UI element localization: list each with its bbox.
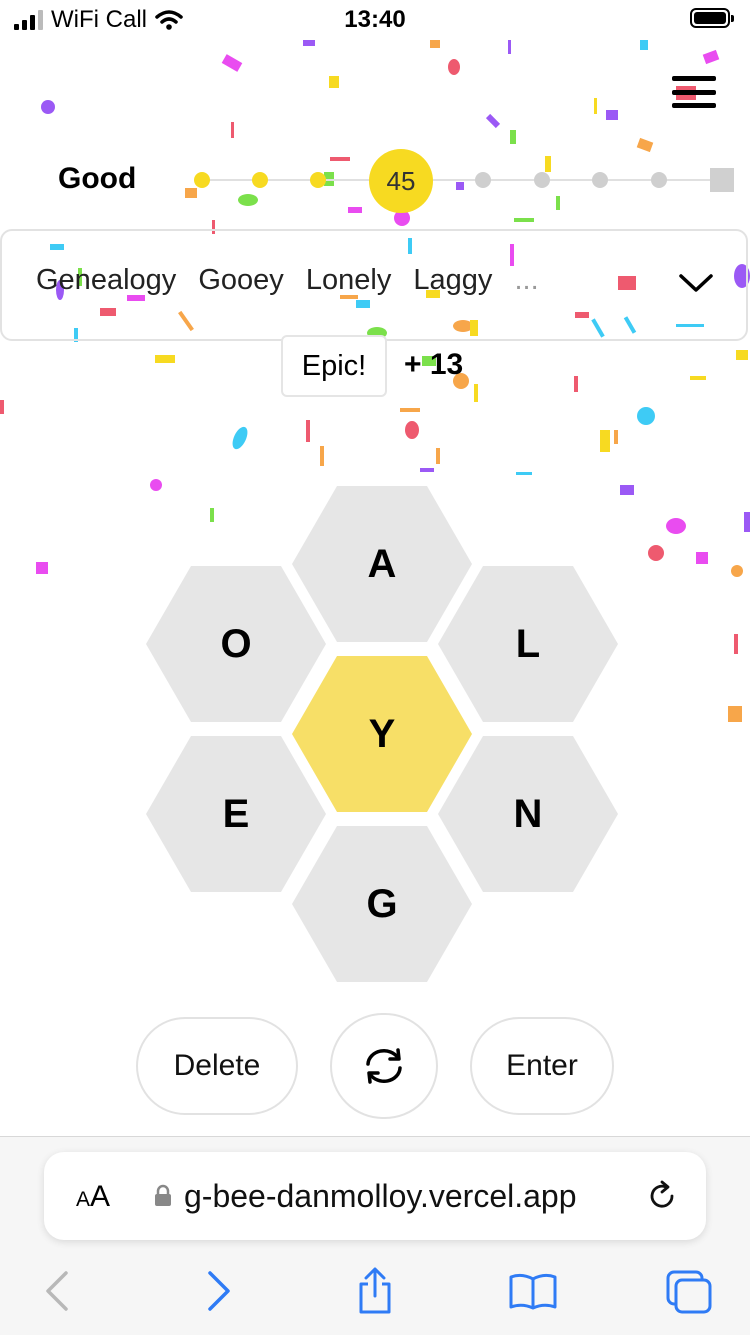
shuffle-button[interactable]	[330, 1013, 438, 1119]
progress-dot-pending	[592, 172, 608, 188]
progress-track	[202, 179, 722, 181]
lock-icon	[155, 1184, 171, 1206]
progress-dot-reached	[310, 172, 326, 188]
share-icon[interactable]	[350, 1266, 400, 1316]
forward-icon[interactable]	[194, 1266, 244, 1316]
hive-cell-upper-left[interactable]: O	[146, 566, 326, 722]
progress-dot-pending	[475, 172, 491, 188]
hive-cell-bottom[interactable]: G	[292, 826, 472, 982]
chevron-down-icon[interactable]	[678, 271, 714, 295]
reload-icon[interactable]	[644, 1178, 680, 1214]
found-words-panel[interactable]: Genealogy Gooey Lonely Laggy ...	[0, 229, 748, 341]
found-words-list: Genealogy Gooey Lonely Laggy ...	[36, 264, 553, 297]
found-word: Lonely	[305, 264, 392, 296]
tabs-icon[interactable]	[664, 1266, 714, 1316]
back-icon[interactable]	[32, 1266, 82, 1316]
found-word: Gooey	[198, 264, 284, 296]
hive-cell-top[interactable]: A	[292, 486, 472, 642]
status-time: 13:40	[344, 6, 406, 33]
progress-dot-reached	[194, 172, 210, 188]
url-text: g-bee-danmolloy.vercel.app	[184, 1178, 577, 1214]
progress-dot-pending	[534, 172, 550, 188]
points-gained: + 13	[404, 348, 464, 381]
progress-dot-reached	[252, 172, 268, 188]
hive-cell-lower-left[interactable]: E	[146, 736, 326, 892]
battery-icon	[690, 8, 734, 28]
score-bubble: 45	[369, 149, 433, 213]
found-word: Laggy	[413, 264, 493, 296]
feedback-message: Epic!	[281, 335, 387, 397]
hive-cell-center[interactable]: Y	[292, 656, 472, 812]
rank-label: Good	[58, 162, 137, 195]
status-bar: WiFi Call 13:40	[0, 0, 750, 40]
hive-cell-upper-right[interactable]: L	[438, 566, 618, 722]
progress-dot-pending	[651, 172, 667, 188]
delete-button[interactable]: Delete	[136, 1017, 298, 1115]
address-bar[interactable]: AA g-bee-danmolloy.vercel.app	[44, 1152, 706, 1240]
menu-icon[interactable]	[672, 76, 716, 108]
found-word: Genealogy	[36, 264, 177, 296]
text-size-button[interactable]: AA	[76, 1180, 110, 1214]
shuffle-icon	[366, 1048, 402, 1084]
found-words-more: ...	[514, 264, 539, 296]
bookmarks-icon[interactable]	[508, 1266, 558, 1316]
hive-cell-lower-right[interactable]: N	[438, 736, 618, 892]
enter-button[interactable]: Enter	[470, 1017, 614, 1115]
progress-final-level	[710, 168, 734, 192]
